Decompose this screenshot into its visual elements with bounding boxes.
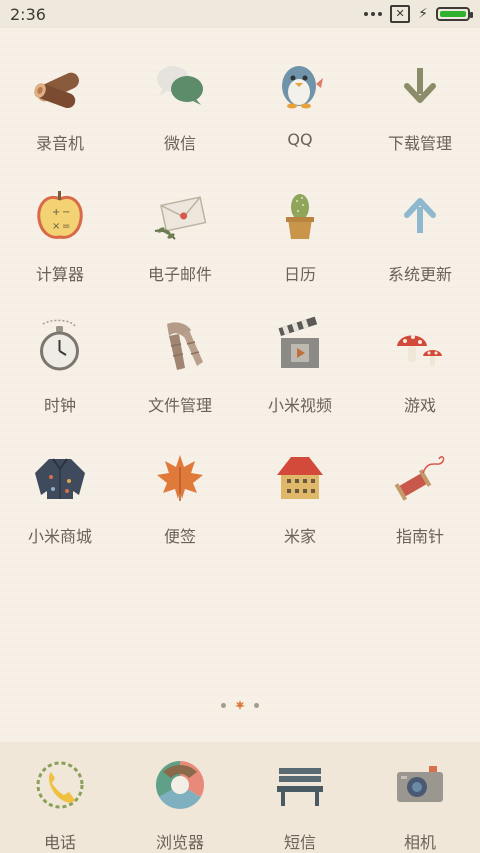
phone-wreath-icon: [25, 750, 95, 819]
app-label: 电话: [43, 833, 76, 852]
page-dot[interactable]: [221, 702, 226, 708]
status-icons: ✕ ⚡: [364, 5, 473, 23]
more-notifications-icon: [364, 12, 383, 16]
app-label: 文件管理: [147, 396, 212, 415]
app-wechat[interactable]: 微信: [120, 50, 240, 161]
app-qq[interactable]: QQ: [240, 50, 360, 161]
app-file-manager[interactable]: 文件管理: [120, 312, 240, 423]
page-indicator: [0, 700, 480, 710]
clapperboard-icon: [265, 312, 335, 382]
battery-icon: [436, 7, 473, 21]
app-label: 系统更新: [387, 265, 452, 284]
chat-bubbles-icon: [145, 50, 215, 120]
app-label: 浏览器: [155, 833, 204, 852]
app-downloads[interactable]: 下载管理: [360, 50, 480, 161]
app-label: 微信: [163, 134, 196, 153]
dock-phone[interactable]: 电话: [0, 742, 120, 853]
app-calendar[interactable]: 日历: [240, 181, 360, 292]
svg-text:−: −: [62, 207, 70, 218]
camera-icon: [385, 750, 455, 819]
penguin-icon: [265, 50, 335, 120]
app-label: 相机: [403, 833, 436, 852]
app-label: QQ: [287, 130, 313, 149]
app-notes[interactable]: 便签: [120, 443, 240, 554]
app-label: 日历: [283, 265, 316, 284]
house-icon: [265, 443, 335, 513]
app-mi-home[interactable]: 米家: [240, 443, 360, 554]
app-label: 计算器: [35, 265, 84, 284]
sweater-icon: [25, 443, 95, 513]
app-grid: 录音机 微信 QQ 下载管理 + − × = 计算器 电子邮件 日历 系统更新 …: [0, 50, 480, 554]
down-arrow-icon: [385, 50, 455, 120]
app-mi-video[interactable]: 小米视频: [240, 312, 360, 423]
app-calculator[interactable]: + − × = 计算器: [0, 181, 120, 292]
svg-text:=: =: [62, 221, 70, 232]
current-page-leaf-icon: [235, 700, 245, 710]
app-label: 下载管理: [387, 134, 452, 153]
up-arrow-icon: [385, 181, 455, 251]
page-dot[interactable]: [254, 702, 259, 708]
app-label: 米家: [283, 527, 316, 546]
app-label: 游戏: [403, 396, 436, 415]
status-time: 2:36: [10, 4, 46, 24]
app-compass[interactable]: 指南针: [360, 443, 480, 554]
app-label: 便签: [163, 527, 196, 546]
status-bar: 2:36 ✕ ⚡: [0, 0, 480, 28]
app-mi-store[interactable]: 小米商城: [0, 443, 120, 554]
app-recorder[interactable]: 录音机: [0, 50, 120, 161]
dock-camera[interactable]: 相机: [360, 742, 480, 853]
app-email[interactable]: 电子邮件: [120, 181, 240, 292]
pocket-watch-icon: [25, 312, 95, 382]
apple-calculator-icon: + − × =: [25, 181, 95, 251]
cactus-icon: [265, 181, 335, 251]
color-wheel-icon: [145, 750, 215, 819]
app-label: 电子邮件: [147, 265, 212, 284]
svg-text:×: ×: [52, 221, 60, 232]
logs-icon: [25, 50, 95, 120]
envelope-icon: [145, 181, 215, 251]
app-label: 指南针: [395, 527, 444, 546]
app-label: 短信: [283, 833, 316, 852]
app-label: 时钟: [43, 396, 76, 415]
spool-icon: [385, 443, 455, 513]
bench-icon: [265, 750, 335, 819]
dock-messaging[interactable]: 短信: [240, 742, 360, 853]
dock: 电话 浏览器 短信 相机: [0, 742, 480, 853]
scarf-icon: [145, 312, 215, 382]
mushroom-icon: [385, 312, 455, 382]
app-label: 小米商城: [27, 527, 92, 546]
app-label: 录音机: [35, 134, 84, 153]
charging-bolt-icon: ⚡: [418, 6, 428, 22]
dock-browser[interactable]: 浏览器: [120, 742, 240, 853]
app-system-update[interactable]: 系统更新: [360, 181, 480, 292]
svg-text:+: +: [52, 207, 60, 218]
app-clock[interactable]: 时钟: [0, 312, 120, 423]
app-games[interactable]: 游戏: [360, 312, 480, 423]
app-label: 小米视频: [267, 396, 332, 415]
maple-leaf-icon: [145, 443, 215, 513]
no-sim-icon: ✕: [390, 5, 411, 23]
